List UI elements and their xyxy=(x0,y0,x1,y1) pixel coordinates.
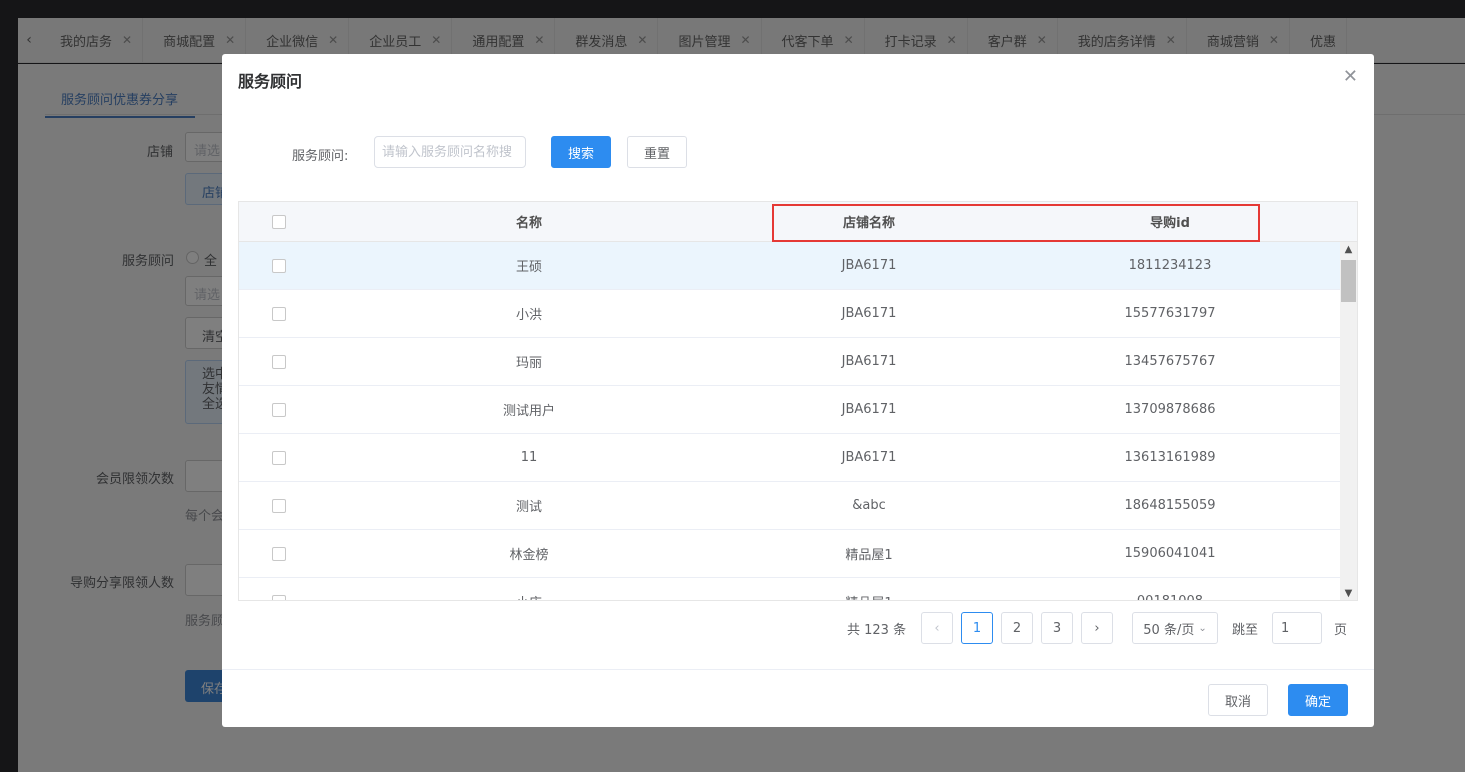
cell-guide-id: 15577631797 xyxy=(1124,306,1216,321)
cell-guide-id: 15906041041 xyxy=(1124,546,1216,561)
cell-store: JBA6171 xyxy=(841,306,897,321)
cell-store: &abc xyxy=(852,498,886,513)
cell-store: 精品屋1 xyxy=(845,548,893,563)
row-checkbox[interactable] xyxy=(272,402,286,417)
cell-store: JBA6171 xyxy=(841,354,897,369)
table-body[interactable]: 王硕 JBA6171 1811234123 小洪 JBA6171 1557763… xyxy=(239,242,1341,600)
table-row[interactable]: 测试 &abc 18648155059 xyxy=(239,482,1341,530)
search-button[interactable]: 搜索 xyxy=(551,136,611,168)
header-guide-id: 导购id xyxy=(1150,216,1190,231)
cancel-button[interactable]: 取消 xyxy=(1208,684,1268,716)
cell-store: JBA6171 xyxy=(841,402,897,417)
cell-guide-id: 1811234123 xyxy=(1128,258,1212,273)
cell-guide-id: 00181008 xyxy=(999,594,1341,600)
table-row[interactable]: 小店 精品屋1 00181008 xyxy=(239,578,1341,600)
row-checkbox[interactable] xyxy=(272,306,286,321)
table-row[interactable]: 王硕 JBA6171 1811234123 xyxy=(239,242,1341,290)
next-page-button[interactable]: › xyxy=(1081,612,1113,644)
header-name: 名称 xyxy=(515,216,542,231)
cell-name: 林金榜 xyxy=(509,548,549,563)
page-3-button[interactable]: 3 xyxy=(1041,612,1073,644)
close-icon[interactable]: ✕ xyxy=(1343,66,1358,87)
row-checkbox[interactable] xyxy=(272,498,286,513)
chevron-left-icon: ‹ xyxy=(934,620,940,636)
table-row[interactable]: 林金榜 精品屋1 15906041041 xyxy=(239,530,1341,578)
page-size-select[interactable]: 50 条/页 ⌄ xyxy=(1132,612,1218,644)
chevron-down-icon: ⌄ xyxy=(1198,622,1207,634)
advisor-dialog: 服务顾问 ✕ 服务顾问: 搜索 重置 名称 店铺名称 导购id 王硕 JBA61… xyxy=(222,54,1374,727)
row-checkbox[interactable] xyxy=(272,594,286,600)
cell-name: 王硕 xyxy=(515,260,542,275)
cell-guide-id: 13709878686 xyxy=(1124,402,1216,417)
cell-store: JBA6171 xyxy=(841,258,897,273)
row-checkbox[interactable] xyxy=(272,354,286,369)
table-header: 名称 店铺名称 导购id xyxy=(239,202,1357,242)
scroll-up-icon[interactable]: ▲ xyxy=(1340,242,1357,258)
cell-name: 测试 xyxy=(515,500,542,515)
pagination-total: 共 123 条 xyxy=(847,623,907,638)
jump-label: 跳至 xyxy=(1232,623,1259,638)
cell-name: 小洪 xyxy=(515,308,542,323)
dialog-title: 服务顾问 xyxy=(238,72,303,91)
advisor-search-input[interactable] xyxy=(374,136,526,168)
cell-name: 小店 xyxy=(319,592,739,600)
cell-guide-id: 13613161989 xyxy=(1124,450,1216,465)
cell-name: 测试用户 xyxy=(502,404,555,419)
cell-guide-id: 13457675767 xyxy=(1124,354,1216,369)
scroll-thumb[interactable] xyxy=(1341,260,1356,302)
cell-store: JBA6171 xyxy=(841,450,897,465)
cell-guide-id: 18648155059 xyxy=(1124,498,1216,513)
prev-page-button[interactable]: ‹ xyxy=(921,612,953,644)
table-scrollbar[interactable]: ▲ ▼ xyxy=(1340,242,1357,600)
advisor-table: 名称 店铺名称 导购id 王硕 JBA6171 1811234123 小洪 JB… xyxy=(238,201,1358,601)
chevron-right-icon: › xyxy=(1094,620,1100,636)
row-checkbox[interactable] xyxy=(272,450,286,465)
header-store: 店铺名称 xyxy=(842,216,895,231)
row-checkbox[interactable] xyxy=(272,546,286,561)
table-row[interactable]: 玛丽 JBA6171 13457675767 xyxy=(239,338,1341,386)
cell-name: 11 xyxy=(520,450,538,465)
confirm-button[interactable]: 确定 xyxy=(1288,684,1348,716)
dialog-footer: 取消 确定 xyxy=(222,669,1374,727)
cell-name: 玛丽 xyxy=(515,356,542,371)
page-2-button[interactable]: 2 xyxy=(1001,612,1033,644)
row-checkbox[interactable] xyxy=(272,258,286,273)
search-label: 服务顾问: xyxy=(292,149,349,164)
reset-button[interactable]: 重置 xyxy=(627,136,687,168)
table-row[interactable]: 测试用户 JBA6171 13709878686 xyxy=(239,386,1341,434)
select-all-checkbox[interactable] xyxy=(272,214,286,229)
scroll-down-icon[interactable]: ▼ xyxy=(1340,586,1357,600)
table-row[interactable]: 小洪 JBA6171 15577631797 xyxy=(239,290,1341,338)
cell-store: 精品屋1 xyxy=(739,592,999,600)
jump-page-input[interactable] xyxy=(1272,612,1322,644)
table-row[interactable]: 11 JBA6171 13613161989 xyxy=(239,434,1341,482)
page-unit-label: 页 xyxy=(1334,623,1348,638)
page-1-button[interactable]: 1 xyxy=(961,612,993,644)
